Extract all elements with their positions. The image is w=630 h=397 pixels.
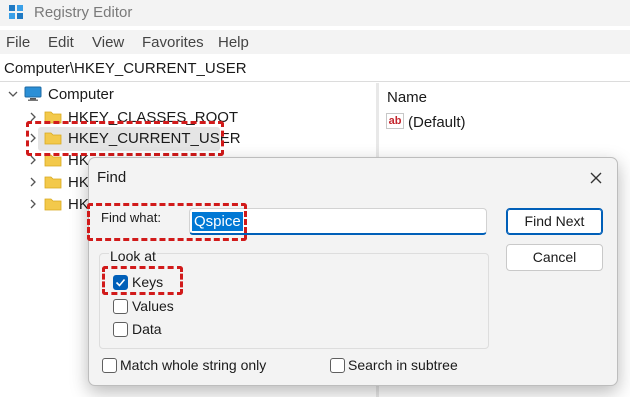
checkmark-icon bbox=[115, 278, 126, 287]
tree-label: HK bbox=[68, 152, 89, 169]
find-dialog: Find Find what: Qspice Find Next Cancel … bbox=[88, 157, 618, 386]
menu-view[interactable]: View bbox=[92, 34, 124, 51]
folder-icon bbox=[44, 176, 62, 189]
address-path[interactable]: Computer\HKEY_CURRENT_USER bbox=[4, 60, 247, 77]
folder-icon bbox=[44, 132, 62, 145]
cancel-button[interactable]: Cancel bbox=[506, 244, 603, 271]
folder-icon bbox=[44, 111, 62, 124]
find-what-value[interactable]: Qspice bbox=[192, 212, 243, 231]
find-next-button[interactable]: Find Next bbox=[506, 208, 603, 235]
tree-item-hkey-classes-root[interactable]: HKEY_CLASSES_ROOT bbox=[0, 107, 376, 129]
column-header-name[interactable]: Name bbox=[387, 89, 427, 106]
string-value-icon: ab bbox=[386, 113, 404, 129]
tree-item-hkey-current-user-content[interactable]: HKEY_CURRENT_USER bbox=[0, 128, 376, 150]
values-checkbox[interactable] bbox=[113, 299, 128, 314]
keys-checkbox[interactable] bbox=[113, 275, 128, 290]
menu-help[interactable]: Help bbox=[218, 34, 249, 51]
search-in-subtree-label[interactable]: Search in subtree bbox=[348, 357, 458, 373]
menu-favorites[interactable]: Favorites bbox=[142, 34, 204, 51]
find-what-label: Find what: bbox=[101, 210, 161, 225]
computer-icon bbox=[24, 86, 42, 101]
address-bar[interactable]: Computer\HKEY_CURRENT_USER bbox=[0, 56, 630, 82]
chevron-right-icon[interactable] bbox=[28, 133, 38, 143]
match-whole-string-label[interactable]: Match whole string only bbox=[120, 357, 266, 373]
tree-label-computer: Computer bbox=[48, 86, 114, 103]
menu-bar: File Edit View Favorites Help bbox=[0, 30, 630, 54]
tree-label: HK bbox=[68, 174, 89, 191]
data-checkbox[interactable] bbox=[113, 322, 128, 337]
folder-icon bbox=[44, 198, 62, 211]
data-label[interactable]: Data bbox=[132, 321, 162, 337]
menu-file[interactable]: File bbox=[6, 34, 30, 51]
keys-label[interactable]: Keys bbox=[132, 274, 163, 290]
chevron-right-icon[interactable] bbox=[28, 199, 38, 209]
search-in-subtree-checkbox[interactable] bbox=[330, 358, 345, 373]
dialog-title: Find bbox=[97, 169, 127, 186]
chevron-down-icon[interactable] bbox=[8, 89, 18, 99]
folder-icon bbox=[44, 154, 62, 167]
tree-label: HKEY_CLASSES_ROOT bbox=[68, 109, 239, 126]
values-label[interactable]: Values bbox=[132, 298, 174, 314]
chevron-right-icon[interactable] bbox=[28, 155, 38, 165]
tree-item-computer[interactable]: Computer bbox=[0, 84, 376, 106]
chevron-right-icon[interactable] bbox=[28, 112, 38, 122]
title-bar: Registry Editor bbox=[0, 0, 630, 26]
registry-editor-icon bbox=[9, 5, 23, 19]
match-whole-string-checkbox[interactable] bbox=[102, 358, 117, 373]
look-at-label: Look at bbox=[109, 248, 157, 264]
close-icon[interactable] bbox=[583, 166, 609, 190]
value-row-name[interactable]: (Default) bbox=[408, 114, 466, 131]
window-title: Registry Editor bbox=[34, 4, 133, 21]
menu-edit[interactable]: Edit bbox=[48, 34, 74, 51]
find-what-input[interactable]: Qspice bbox=[189, 208, 487, 235]
tree-label: HK bbox=[68, 196, 89, 213]
chevron-right-icon[interactable] bbox=[28, 177, 38, 187]
tree-label-selected: HKEY_CURRENT_USER bbox=[68, 130, 241, 147]
